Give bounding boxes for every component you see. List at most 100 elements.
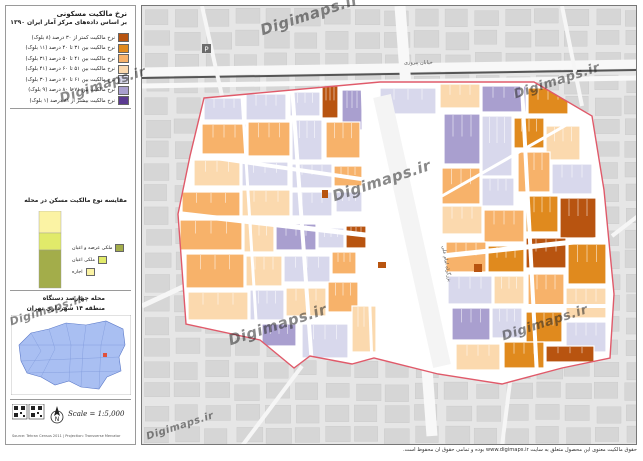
background-block bbox=[413, 30, 440, 48]
map-sheet: نرخ مالکیت مسکونی بر اساس داده‌های مرکز … bbox=[0, 0, 643, 461]
background-block bbox=[625, 10, 636, 27]
credit-text: Source: Tehran Census 2011 | Projection:… bbox=[12, 434, 121, 438]
background-block bbox=[295, 382, 318, 400]
background-block bbox=[444, 8, 468, 27]
background-block bbox=[535, 404, 560, 420]
background-block bbox=[626, 294, 636, 312]
background-block bbox=[236, 404, 261, 421]
background-block bbox=[356, 383, 382, 401]
legend-subtitle: بر اساس داده‌های مرکز آمار ایران ۱۳۹۰ bbox=[10, 19, 127, 26]
background-block bbox=[144, 184, 167, 202]
location-divider bbox=[10, 290, 131, 291]
background-block bbox=[144, 97, 168, 115]
background-block bbox=[596, 406, 622, 424]
background-block bbox=[415, 8, 439, 27]
ownership-block-small bbox=[474, 264, 482, 272]
background-block bbox=[173, 118, 199, 134]
legend-class-item: نرخ مالکیت کمتر از ۳۰ درصد (۸ بلوک) bbox=[32, 33, 129, 42]
background-block bbox=[354, 426, 378, 442]
legend-class-label: نرخ مالکیت بین ۳۱ تا ۴۰ درصد (۱۱ بلوک) bbox=[25, 45, 115, 51]
background-block bbox=[626, 425, 636, 443]
background-block bbox=[355, 9, 381, 25]
background-block bbox=[234, 384, 260, 401]
legend-panel: نرخ مالکیت مسکونی بر اساس داده‌های مرکز … bbox=[5, 5, 136, 445]
background-block bbox=[626, 274, 636, 293]
background-block bbox=[143, 361, 170, 378]
background-block bbox=[535, 426, 559, 444]
ownership-block-small bbox=[322, 190, 328, 198]
background-block bbox=[145, 252, 172, 268]
background-block bbox=[534, 8, 559, 24]
background-block bbox=[174, 32, 201, 51]
background-block bbox=[625, 340, 636, 356]
tenure-swatch bbox=[115, 244, 125, 252]
background-block bbox=[624, 382, 636, 401]
background-block bbox=[173, 382, 200, 397]
background-block bbox=[625, 229, 636, 249]
legend-swatch bbox=[118, 33, 129, 42]
tenure-label: ملکی اعیان bbox=[72, 257, 95, 263]
background-block bbox=[354, 361, 379, 379]
tenure-legend-item: ملکی اعیان bbox=[72, 256, 107, 264]
legend-swatch bbox=[118, 96, 129, 105]
background-block bbox=[204, 428, 228, 444]
background-block bbox=[536, 381, 561, 398]
background-block bbox=[384, 428, 410, 444]
background-block bbox=[325, 404, 350, 422]
background-block bbox=[294, 427, 320, 443]
background-block bbox=[265, 428, 292, 444]
legend-class-label: نرخ مالکیت کمتر از ۳۰ درصد (۸ بلوک) bbox=[31, 34, 115, 41]
background-block bbox=[145, 9, 169, 25]
legend-class-item: نرخ مالکیت بین ۴۱ تا ۵۰ درصد (۳۱ بلوک) bbox=[25, 54, 129, 63]
tenure-legend-item: اجاره bbox=[72, 268, 95, 276]
legend-class-item: نرخ مالکیت بین ۳۱ تا ۴۰ درصد (۱۱ بلوک) bbox=[25, 43, 129, 53]
background-block bbox=[264, 362, 289, 379]
background-block bbox=[505, 428, 529, 444]
background-block bbox=[235, 29, 260, 46]
background-block bbox=[626, 404, 636, 422]
background-block bbox=[205, 382, 230, 398]
background-block bbox=[474, 10, 499, 26]
background-block bbox=[296, 404, 320, 424]
background-block bbox=[473, 427, 497, 444]
legend-swatch bbox=[118, 43, 129, 53]
background-block bbox=[625, 183, 636, 201]
legend-class-item: نرخ مالکیت بین ۵۱ تا ۶۰ درصد (۴۱ بلوک) bbox=[25, 64, 129, 74]
background-block bbox=[144, 206, 169, 225]
background-block bbox=[325, 31, 349, 50]
tenure-swatch bbox=[85, 268, 95, 276]
background-block bbox=[445, 425, 471, 444]
tenure-stacked-bar bbox=[38, 211, 62, 289]
scale-text: Scale = 1:5,000 bbox=[68, 410, 125, 418]
background-block bbox=[624, 118, 636, 135]
background-block bbox=[384, 405, 410, 423]
background-block bbox=[443, 381, 468, 400]
qr-code-icons bbox=[12, 404, 45, 420]
background-block bbox=[146, 120, 172, 139]
background-block bbox=[143, 163, 170, 181]
background-block bbox=[595, 97, 622, 116]
background-block bbox=[205, 360, 230, 377]
background-block bbox=[565, 383, 592, 399]
background-block bbox=[625, 30, 636, 45]
street-label-1: خیابان پیروزی bbox=[404, 60, 433, 66]
background-block bbox=[355, 32, 380, 49]
legend-class-label: نرخ مالکیت بین ۴۱ تا ۵۰ درصد (۳۱ بلوک) bbox=[25, 55, 115, 62]
background-block bbox=[175, 337, 201, 354]
background-block bbox=[474, 29, 498, 45]
svg-text:P: P bbox=[204, 46, 208, 54]
background-block bbox=[205, 9, 230, 27]
background-block bbox=[476, 384, 500, 399]
background-block bbox=[145, 317, 169, 336]
background-block bbox=[145, 140, 169, 158]
tenure-bar-land bbox=[38, 249, 62, 289]
background-block bbox=[205, 338, 231, 357]
tenure-label: ملکی عرصه و اعیان bbox=[72, 245, 113, 251]
background-block bbox=[624, 162, 636, 178]
background-block bbox=[476, 405, 502, 422]
ownership-block-small bbox=[378, 262, 386, 268]
tenure-bar-rent bbox=[38, 211, 62, 234]
background-block bbox=[294, 32, 318, 49]
background-block bbox=[234, 362, 258, 379]
legend-divider bbox=[10, 108, 131, 109]
